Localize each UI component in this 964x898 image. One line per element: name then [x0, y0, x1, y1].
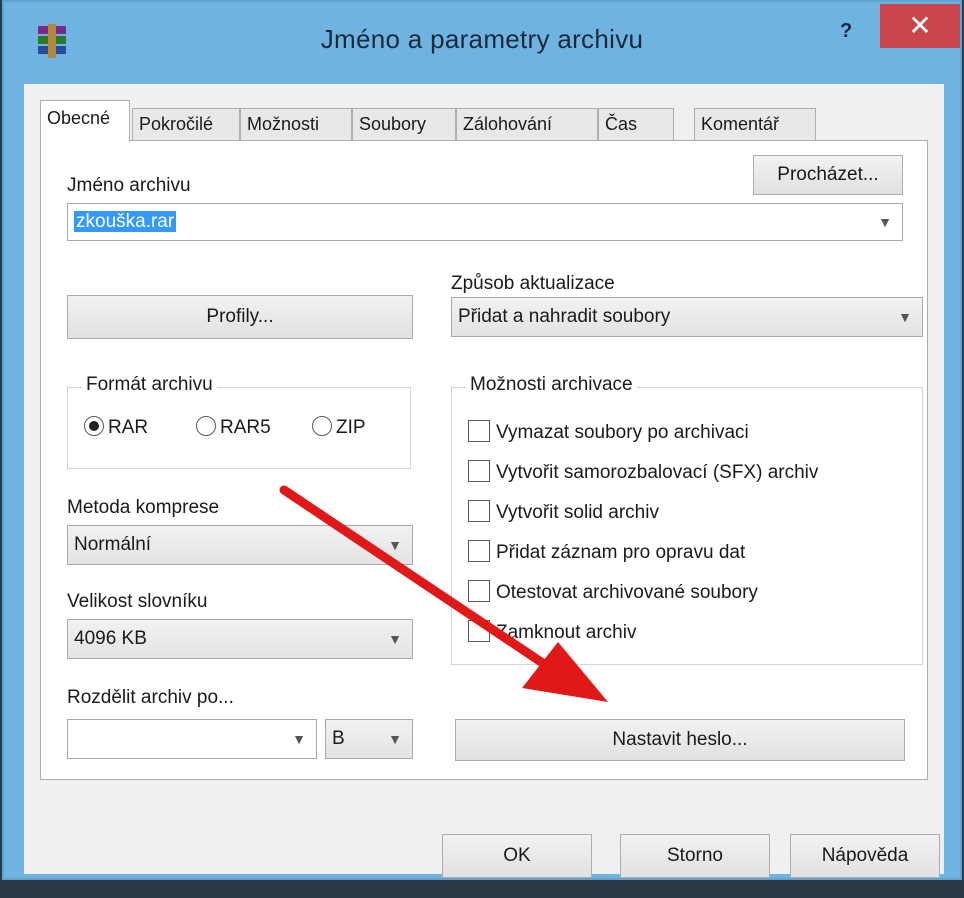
cancel-button[interactable]: Storno [620, 834, 770, 878]
update-mode-value: Přidat a nahradit soubory [458, 306, 671, 327]
format-group-title: Formát archivu [82, 374, 217, 396]
radio-rar5-label: RAR5 [220, 417, 271, 438]
split-unit-value: B [332, 728, 345, 749]
checkbox-label: Přidat záznam pro opravu dat [496, 542, 746, 563]
checkbox-recovery-record[interactable]: Přidat záznam pro opravu dat [468, 540, 745, 564]
archive-name-value: zkouška.rar [74, 211, 177, 232]
help-icon[interactable]: ? [840, 20, 852, 43]
radio-rar[interactable]: RAR [84, 416, 148, 439]
tab-obecne[interactable]: Obecné [40, 100, 130, 142]
radio-rar5[interactable]: RAR5 [196, 416, 271, 439]
checkbox-icon [468, 420, 490, 442]
split-size-input[interactable]: ▼ [67, 719, 317, 759]
tab-soubory[interactable]: Soubory [352, 108, 456, 140]
checkbox-test-files[interactable]: Otestovat archivované soubory [468, 580, 758, 604]
checkbox-icon [468, 540, 490, 562]
checkbox-icon [468, 580, 490, 602]
radio-rar-label: RAR [108, 417, 149, 438]
dialog-window: Jméno a parametry archivu ? ✕ Obecné Pok… [2, 0, 962, 880]
archive-name-field[interactable]: zkouška.rar ▼ [67, 203, 903, 241]
checkbox-lock-archive[interactable]: Zamknout archiv [468, 620, 636, 644]
close-button[interactable]: ✕ [880, 4, 960, 48]
dictionary-select[interactable]: 4096 KB ▼ [67, 619, 413, 659]
radio-button-icon [196, 416, 216, 436]
chevron-down-icon: ▼ [388, 537, 402, 553]
update-mode-label: Způsob aktualizace [451, 273, 615, 294]
archive-options-group: Možnosti archivace Vymazat soubory po ar… [451, 374, 923, 665]
profiles-button[interactable]: Profily... [67, 295, 413, 339]
chevron-down-icon: ▼ [878, 214, 892, 230]
help-button[interactable]: Nápověda [790, 834, 940, 878]
checkbox-label: Otestovat archivované soubory [496, 582, 758, 603]
tab-komentar[interactable]: Komentář [694, 108, 816, 140]
split-label: Rozdělit archiv po... [67, 687, 234, 708]
browse-button[interactable]: Procházet... [753, 155, 903, 195]
checkbox-label: Vytvořit solid archiv [496, 502, 659, 523]
compression-select[interactable]: Normální ▼ [67, 525, 413, 565]
title-bar[interactable]: Jméno a parametry archivu ? ✕ [4, 2, 960, 84]
general-panel: Jméno archivu Procházet... zkouška.rar ▼… [40, 140, 928, 780]
checkbox-label: Vymazat soubory po archivaci [496, 422, 749, 443]
tab-pokrocile[interactable]: Pokročilé [132, 108, 240, 140]
format-group: Formát archivu RAR RAR5 ZIP [67, 374, 411, 469]
checkbox-label: Zamknout archiv [496, 622, 637, 643]
checkbox-label: Vytvořit samorozbalovací (SFX) archiv [496, 462, 819, 483]
radio-button-icon [84, 416, 104, 436]
checkbox-solid[interactable]: Vytvořit solid archiv [468, 500, 659, 524]
tab-moznosti[interactable]: Možnosti [240, 108, 352, 140]
chevron-down-icon: ▼ [388, 731, 402, 747]
checkbox-sfx[interactable]: Vytvořit samorozbalovací (SFX) archiv [468, 460, 818, 484]
dialog-client: Obecné Pokročilé Možnosti Soubory Záloho… [24, 84, 944, 878]
compression-label: Metoda komprese [67, 497, 220, 518]
ok-button[interactable]: OK [442, 834, 592, 878]
set-password-button[interactable]: Nastavit heslo... [455, 719, 905, 761]
checkbox-icon [468, 460, 490, 482]
checkbox-icon [468, 500, 490, 522]
archive-name-label: Jméno archivu [67, 175, 191, 196]
update-mode-select[interactable]: Přidat a nahradit soubory ▼ [451, 297, 923, 337]
archive-options-title: Možnosti archivace [466, 374, 637, 396]
radio-zip[interactable]: ZIP [312, 416, 366, 439]
split-unit-select[interactable]: B ▼ [325, 719, 413, 759]
dictionary-label: Velikost slovníku [67, 591, 208, 612]
dictionary-value: 4096 KB [74, 628, 147, 649]
chevron-down-icon: ▼ [388, 631, 402, 647]
radio-button-icon [312, 416, 332, 436]
compression-value: Normální [74, 534, 152, 555]
checkbox-delete-after[interactable]: Vymazat soubory po archivaci [468, 420, 749, 444]
tab-cas[interactable]: Čas [598, 108, 674, 140]
chevron-down-icon: ▼ [898, 309, 912, 325]
checkbox-icon [468, 620, 490, 642]
radio-zip-label: ZIP [336, 417, 366, 438]
tab-zalohovani[interactable]: Zálohování [456, 108, 598, 140]
window-title: Jméno a parametry archivu [320, 24, 644, 54]
chevron-down-icon: ▼ [292, 731, 306, 747]
